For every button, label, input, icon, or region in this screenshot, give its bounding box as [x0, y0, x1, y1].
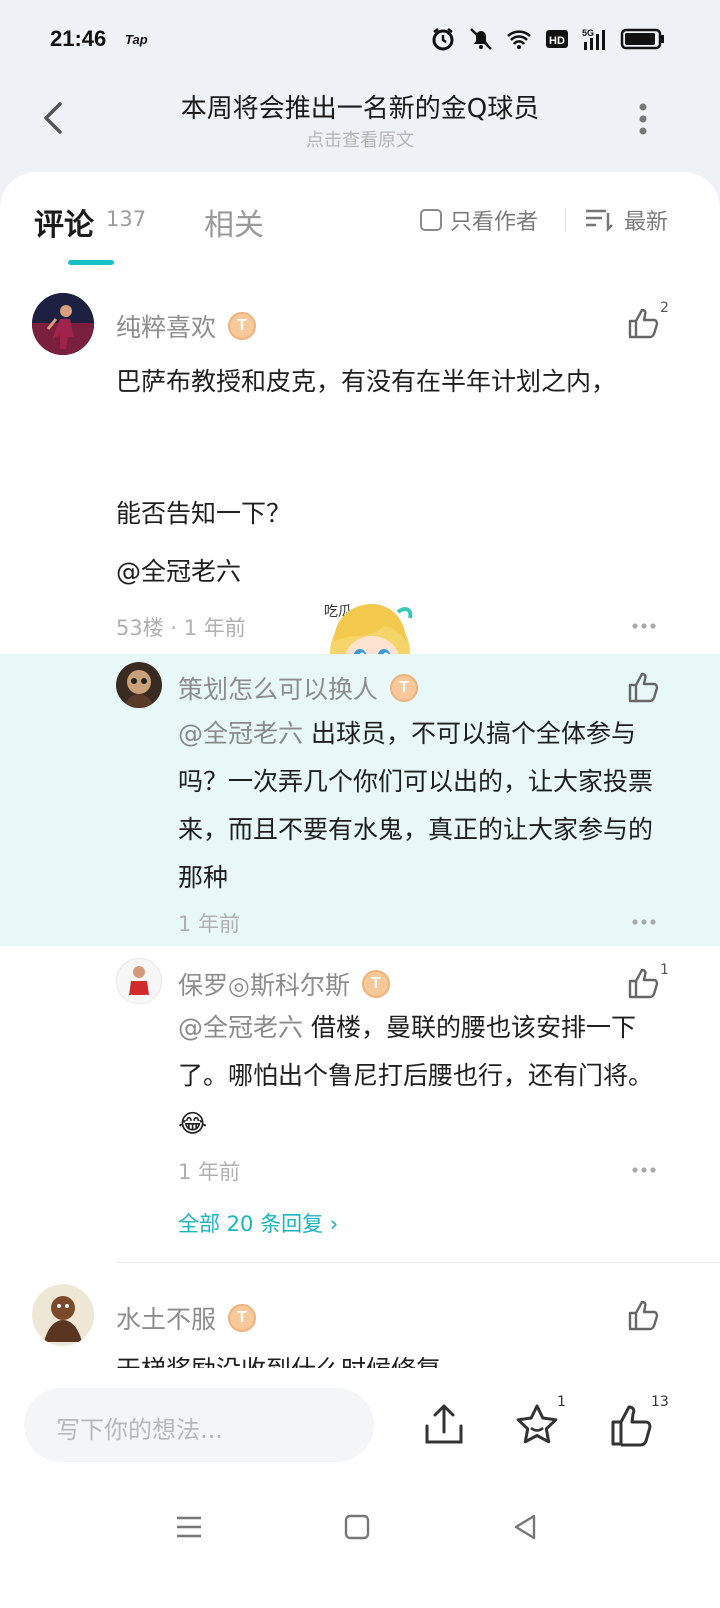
reply-mention[interactable]: @全冠老六: [178, 1013, 303, 1042]
back-nav-icon[interactable]: [510, 1512, 540, 1542]
view-all-replies-link[interactable]: 全部 20 条回复 ›: [178, 1208, 338, 1238]
like-icon[interactable]: [626, 670, 660, 704]
comment-mention[interactable]: @全冠老六: [116, 548, 241, 596]
status-bar: 21:46 Tap HD 5G: [0, 0, 720, 80]
username[interactable]: 策划怎么可以换人: [178, 670, 378, 706]
sort-icon: [586, 209, 613, 233]
svg-text:HD: HD: [549, 35, 565, 47]
home-icon[interactable]: [342, 1512, 372, 1542]
like-count: 2: [660, 300, 669, 316]
mute-icon: [470, 28, 492, 50]
reply-mention[interactable]: @全冠老六: [178, 719, 303, 748]
view-original-link[interactable]: 点击查看原文: [0, 126, 720, 152]
comment-more-icon[interactable]: [631, 622, 657, 630]
level-badge: T: [228, 1304, 257, 1332]
sort-label: 最新: [624, 210, 669, 235]
reply-author[interactable]: 保罗◎斯科尔斯 T: [178, 966, 390, 1002]
only-author-toggle[interactable]: 只看作者: [420, 204, 538, 236]
svg-text:5G: 5G: [582, 28, 594, 38]
star-count: 1: [557, 1394, 566, 1410]
reply-more-icon[interactable]: [631, 1166, 657, 1174]
tab-bar: 评论 137 相关 只看作者 最新: [0, 172, 720, 272]
comment-meta: 53楼 · 1 年前: [116, 616, 246, 640]
only-author-label: 只看作者: [450, 210, 539, 235]
reply-meta: 1 年前: [178, 1160, 241, 1184]
level-badge: T: [390, 674, 419, 702]
username[interactable]: 水土不服: [116, 1300, 216, 1336]
comment-author[interactable]: 纯粹喜欢 T: [116, 308, 257, 344]
reply-author[interactable]: 策划怎么可以换人 T: [178, 670, 419, 706]
reply-text: @全冠老六 借楼，曼联的腰也该安排一下了。哪怕出个鲁尼打后腰也行，还有门将。😂: [178, 1004, 658, 1148]
status-tap-label: Tap: [125, 32, 148, 47]
top-header: 本周将会推出一名新的金Q球员 点击查看原文: [0, 80, 720, 170]
comment-input[interactable]: 写下你的想法...: [24, 1388, 374, 1462]
menu-icon[interactable]: [174, 1512, 204, 1542]
page-title: 本周将会推出一名新的金Q球员: [180, 94, 540, 124]
status-icons: HD 5G: [430, 26, 666, 52]
status-time: 21:46: [50, 26, 107, 51]
like-icon[interactable]: [626, 966, 660, 1000]
username[interactable]: 保罗◎斯科尔斯: [178, 966, 350, 1002]
comment-author[interactable]: 水土不服 T: [116, 1300, 257, 1336]
more-options-icon[interactable]: [636, 102, 650, 136]
comment-text-line-2: 能否告知一下？: [116, 499, 292, 528]
avatar[interactable]: [32, 293, 94, 355]
like-count: 1: [660, 962, 669, 978]
username[interactable]: 纯粹喜欢: [116, 308, 216, 344]
active-tab-indicator: [68, 260, 114, 265]
level-badge: T: [228, 312, 257, 340]
reply-meta: 1 年前: [178, 912, 241, 936]
star-icon[interactable]: [514, 1402, 560, 1448]
share-icon[interactable]: [421, 1402, 467, 1448]
alarm-icon: [432, 28, 454, 51]
reply-text: @全冠老六 出球员，不可以搞个全体参与吗？一次弄几个你们可以出的，让大家投票来，…: [178, 710, 658, 902]
sort-button[interactable]: 最新: [584, 204, 668, 236]
comment-divider: [116, 1262, 720, 1263]
checkbox-icon[interactable]: [420, 209, 442, 231]
wifi-icon: [507, 30, 531, 49]
comment-text-line-1: 巴萨布教授和皮克，有没有在半年计划之内，: [116, 367, 617, 396]
hd-icon: HD: [546, 30, 568, 48]
level-badge: T: [361, 970, 390, 998]
bottom-action-bar: 写下你的想法... 1 13: [0, 1368, 720, 1488]
divider: [565, 208, 566, 232]
like-icon[interactable]: [626, 306, 660, 340]
avatar[interactable]: [116, 958, 162, 1004]
like-icon[interactable]: [626, 1298, 660, 1332]
signal-5g-icon: 5G: [582, 28, 605, 50]
comments-sheet: 评论 137 相关 只看作者 最新 纯粹喜欢 T 2 巴萨布教授和皮克，有没有在…: [0, 172, 720, 1372]
like-count: 13: [651, 1394, 669, 1410]
comments-count: 137: [106, 207, 147, 231]
battery-icon: [620, 28, 664, 50]
tab-related[interactable]: 相关: [204, 200, 264, 244]
reply-more-icon[interactable]: [631, 918, 657, 926]
like-icon[interactable]: [608, 1402, 654, 1448]
avatar[interactable]: [116, 662, 162, 708]
tab-comments[interactable]: 评论: [34, 200, 94, 244]
avatar[interactable]: [32, 1284, 94, 1346]
system-nav-bar: [0, 1488, 720, 1608]
